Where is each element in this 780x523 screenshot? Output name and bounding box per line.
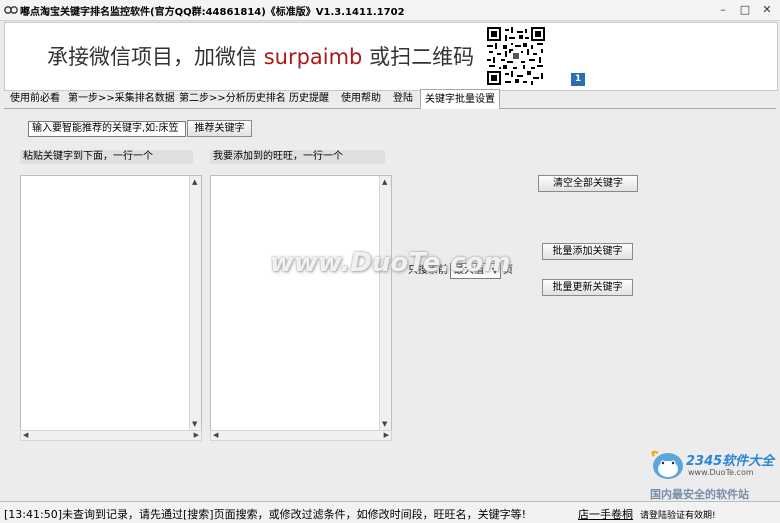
scroll-down-icon[interactable]: ▼: [192, 420, 197, 428]
keywords-textarea[interactable]: ▲ ▼: [20, 175, 202, 431]
brand-url: www.DuoTe.com: [688, 468, 754, 477]
scroll-down-icon[interactable]: ▼: [382, 420, 387, 428]
status-message: [13:41:50]未查询到记录，请先通过[搜索]页面搜索，或修改过滤条件，如修…: [4, 508, 526, 521]
close-icon[interactable]: ✕: [760, 3, 774, 16]
scroll-right-icon[interactable]: ▶: [384, 431, 389, 439]
clear-all-keywords-button[interactable]: 清空全部关键字: [538, 175, 638, 192]
keyword-recommend-input[interactable]: 输入要智能推荐的关键字,如:床笠: [28, 121, 186, 137]
app-icon: [4, 6, 18, 14]
banner-text-after: 或扫二维码: [369, 45, 475, 69]
brand-slogan: 国内最安全的软件站: [650, 488, 749, 501]
maximize-icon[interactable]: □: [738, 3, 752, 16]
qr-code-icon: [487, 27, 545, 85]
duote-watermark: www.DuoTe.com: [270, 248, 511, 278]
batch-update-keywords-button[interactable]: 批量更新关键字: [542, 279, 633, 296]
keywords-vscrollbar[interactable]: ▲ ▼: [189, 176, 201, 430]
tab-batch-keywords[interactable]: 关键字批量设置: [420, 89, 500, 109]
title-bar: 嘟点淘宝关键字排名监控软件(官方QQ群:44861814)《标准版》V1.3.1…: [0, 0, 780, 21]
scroll-right-icon[interactable]: ▶: [194, 431, 199, 439]
scroll-up-icon[interactable]: ▲: [192, 178, 197, 186]
brand-watermark: 2345软件大全 www.DuoTe.com 国内最安全的软件站: [648, 448, 778, 501]
tab-help[interactable]: 使用帮助: [341, 90, 381, 107]
batch-add-keywords-button[interactable]: 批量添加关键字: [542, 243, 633, 260]
scroll-left-icon[interactable]: ◀: [23, 431, 28, 439]
tab-login[interactable]: 登陆: [393, 90, 413, 107]
banner-text-before: 承接微信项目，加微信: [47, 45, 257, 69]
tab-bar: 使用前必看 第一步>>采集排名数据 第二步>>分析历史排名 历史提醒 使用帮助 …: [4, 89, 776, 109]
keywords-hscrollbar[interactable]: ◀ ▶: [20, 430, 202, 441]
tab-step2-analyze[interactable]: 第二步>>分析历史排名: [179, 90, 286, 107]
wangwang-list-label: 我要添加到的旺旺，一行一个: [210, 150, 385, 164]
shop-link[interactable]: 店一手卷桐: [578, 506, 633, 522]
tab-step1-collect[interactable]: 第一步>>采集排名数据: [68, 90, 175, 107]
recommend-keywords-button[interactable]: 推荐关键字: [187, 120, 252, 137]
window-title: 嘟点淘宝关键字排名监控软件(官方QQ群:44861814)《标准版》V1.3.1…: [20, 7, 405, 18]
wangwang-vscrollbar[interactable]: ▲ ▼: [379, 176, 391, 430]
minimize-icon[interactable]: –: [716, 3, 730, 16]
brand-title: 2345软件大全: [686, 454, 775, 469]
ad-banner[interactable]: 承接微信项目，加微信 surpaimb 或扫二维码 1: [4, 22, 778, 91]
tab-history-reminder[interactable]: 历史提醒: [289, 90, 329, 107]
banner-page-badge[interactable]: 1: [571, 73, 585, 86]
banner-wechat-id: surpaimb: [263, 45, 363, 69]
tab-read-first[interactable]: 使用前必看: [10, 90, 60, 107]
login-validity-note: 请登陆验证有效期!: [640, 511, 716, 521]
scroll-up-icon[interactable]: ▲: [382, 178, 387, 186]
status-bar: [13:41:50]未查询到记录，请先通过[搜索]页面搜索，或修改过滤条件，如修…: [0, 501, 780, 523]
scroll-left-icon[interactable]: ◀: [213, 431, 218, 439]
banner-text: 承接微信项目，加微信 surpaimb 或扫二维码: [47, 41, 474, 71]
mascot-icon: [651, 450, 683, 479]
wangwang-textarea[interactable]: ▲ ▼: [210, 175, 392, 431]
batch-keyword-panel: 输入要智能推荐的关键字,如:床笠 推荐关键字 粘贴关键字到下面，一行一个 我要添…: [4, 109, 776, 493]
wangwang-hscrollbar[interactable]: ◀ ▶: [210, 430, 392, 441]
keywords-paste-label: 粘贴关键字到下面，一行一个: [20, 150, 193, 164]
